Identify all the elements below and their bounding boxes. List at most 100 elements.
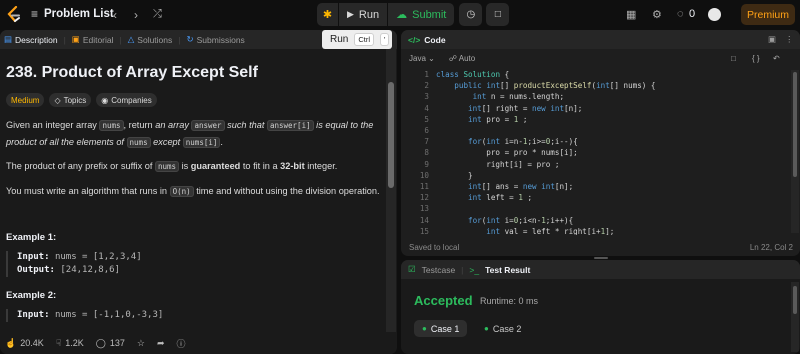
tab-description[interactable]: ▤ Description [4, 34, 58, 45]
cursor-position: Ln 22, Col 2 [749, 243, 793, 252]
tab-label: Editorial [82, 34, 114, 45]
terminal-icon: >_ [469, 264, 480, 275]
code-panel-header: </> Code ▣ ⋮ [401, 30, 800, 49]
example-2-title: Example 2: [6, 290, 57, 301]
text: time and without using the division oper… [193, 186, 380, 196]
case-label: Case 1 [430, 323, 460, 334]
input-label: Input: [17, 310, 50, 320]
code-editor[interactable]: 1 2 3 4 5 6 7 8 9 10 11 12 13 14 15 class Solution { p… [401, 69, 788, 235]
test-result-panel: ☑ Testcase | >_ Test Result Accepted Run… [401, 260, 800, 354]
description-paragraph-1: Given an integer array nums, return an a… [6, 117, 381, 151]
collapse-icon[interactable]: ▣ [768, 34, 776, 45]
case-tab-2[interactable]: ● Case 2 [476, 320, 529, 337]
inline-code: nums [99, 120, 124, 131]
example-1-box: Input: nums = [1,2,3,4] Output: [24,12,8… [6, 251, 381, 277]
language-select[interactable]: Java ⌄ [409, 54, 435, 63]
reset-icon[interactable]: ↶ [773, 54, 780, 63]
line-number: 8 [424, 148, 429, 158]
notes-button[interactable]: □ [486, 3, 510, 26]
inline-code: nums[i] [182, 137, 221, 148]
premium-button[interactable]: Premium [741, 4, 795, 25]
scrollbar-thumb[interactable] [793, 286, 797, 314]
panel-splitter-handle[interactable] [594, 257, 608, 259]
line-number: 14 [419, 215, 429, 225]
bookmark-icon[interactable]: □ [731, 54, 736, 63]
leetcode-logo-icon[interactable] [6, 6, 22, 23]
mode-toggle[interactable]: ☍ Auto [449, 54, 475, 63]
run-shortcut-tooltip: Run Ctrl ' [322, 30, 392, 49]
debug-button[interactable]: ✱ [317, 3, 338, 26]
text: guaranteed [190, 161, 241, 171]
case-tab-1[interactable]: ● Case 1 [414, 320, 468, 337]
submit-label: Submit [412, 8, 447, 21]
scrollbar-thumb[interactable] [388, 82, 394, 188]
problem-description: 238. Product of Array Except Self Medium… [6, 64, 381, 322]
tab-editorial[interactable]: ▣ Editorial [72, 34, 114, 45]
comment-count: 137 [109, 338, 125, 348]
difficulty-badge: Medium [6, 93, 45, 107]
topics-chip[interactable]: ◇ Topics [49, 93, 92, 107]
tab-testcase[interactable]: Testcase [422, 265, 456, 275]
language-label: Java [409, 54, 426, 63]
star-icon[interactable]: ☆ [137, 338, 145, 349]
mode-label: Auto [458, 54, 476, 63]
comments-button[interactable]: ◯ 137 [96, 338, 125, 349]
line-number: 11 [419, 182, 429, 192]
example-2-box: Input: nums = [-1,1,0,-3,3] [6, 309, 381, 322]
companies-chip[interactable]: ◉ Companies [96, 93, 157, 107]
tab-label: Submissions [196, 34, 245, 45]
tab-divider: | [461, 264, 464, 275]
kbd-ctrl: Ctrl [354, 33, 375, 46]
kbd-quote: ' [380, 33, 390, 46]
lock-icon: ☍ [448, 54, 457, 63]
chevron-down-icon: ⌄ [428, 54, 435, 63]
tab-solutions[interactable]: △ Solutions [128, 34, 173, 45]
text: to fit in a [240, 161, 281, 171]
description-panel: ▤ Description | ▣ Editorial | △ Solution… [0, 30, 397, 354]
problem-list-button[interactable]: ≡ Problem List [31, 7, 114, 21]
scrollbar-thumb[interactable] [793, 72, 797, 177]
description-footer: ☝ 20.4K ☟ 1.2K ◯ 137 ☆ ➦ ⓘ [0, 332, 397, 354]
bug-icon: ✱ [322, 9, 333, 21]
line-number: 1 [424, 70, 429, 79]
share-icon[interactable]: ➦ [157, 338, 165, 349]
more-icon[interactable]: ⋮ [785, 34, 794, 45]
line-number: 2 [424, 81, 429, 91]
text: an array [155, 120, 189, 130]
streak-fire-icon[interactable]: ◌ [677, 8, 684, 20]
companies-label: Companies [111, 95, 152, 105]
inline-code: answer [191, 120, 225, 131]
tab-submissions[interactable]: ↻ Submissions [186, 34, 244, 45]
text: integer. [304, 161, 338, 171]
example-1-output: Output: [24,12,8,6] [17, 264, 381, 277]
code-source[interactable]: class Solution { public int[] productExc… [436, 69, 656, 235]
shuffle-icon[interactable]: ⤮ [153, 8, 162, 21]
like-button[interactable]: ☝ 20.4K [5, 338, 44, 349]
pass-dot-icon: ● [422, 324, 427, 333]
help-icon[interactable]: ⓘ [176, 337, 185, 350]
tab-label: Solutions [137, 34, 173, 45]
run-button[interactable]: ▶ Run [339, 3, 388, 26]
inline-code: O(n) [169, 186, 194, 197]
dislike-button[interactable]: ☟ 1.2K [56, 338, 84, 349]
layout-icon[interactable]: ▦ [626, 8, 636, 21]
submit-button[interactable]: ☁ Submit [388, 3, 455, 26]
avatar[interactable] [708, 8, 721, 21]
text: . [220, 137, 223, 147]
next-problem-icon[interactable]: › [134, 8, 138, 22]
settings-gear-icon[interactable]: ⚙ [652, 8, 662, 21]
problem-list-label: Problem List [44, 8, 114, 20]
tab-label: Description [15, 34, 58, 45]
code-icon: </> [408, 34, 421, 45]
result-scrollbar[interactable] [791, 282, 799, 352]
format-braces-icon[interactable]: { } [752, 54, 760, 63]
tab-test-result[interactable]: Test Result [485, 265, 530, 275]
prev-problem-icon[interactable]: ‹ [113, 8, 117, 22]
editor-scrollbar[interactable] [791, 70, 799, 233]
like-count: 20.4K [20, 338, 44, 348]
pass-dot-icon: ● [484, 324, 489, 333]
line-number: 9 [424, 159, 429, 169]
description-scrollbar[interactable] [386, 49, 396, 354]
timer-button[interactable]: ◷ [459, 3, 483, 26]
result-tabs: ☑ Testcase | >_ Test Result [401, 260, 800, 279]
